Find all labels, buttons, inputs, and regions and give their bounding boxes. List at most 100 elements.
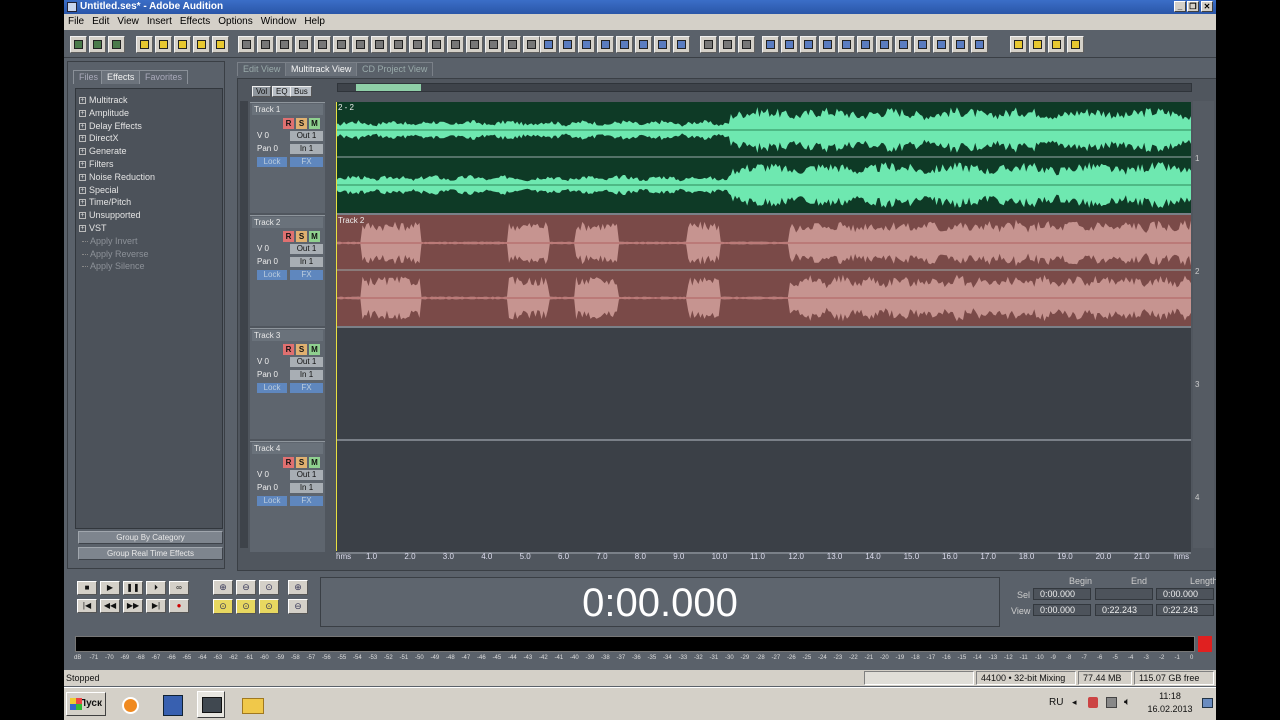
toolbar-tool-button[interactable] — [914, 36, 931, 53]
menu-window[interactable]: Window — [257, 16, 301, 27]
tab-favorites[interactable]: Favorites — [139, 70, 189, 84]
toolbar-tool-button[interactable] — [876, 36, 893, 53]
play-to-end-button[interactable]: ⏵ — [146, 581, 166, 595]
record-button[interactable]: ● — [169, 599, 189, 613]
track-fx-button[interactable]: FX — [290, 270, 323, 280]
view-end-field[interactable]: 0:22.243 — [1095, 604, 1153, 616]
mute-button[interactable]: M — [309, 118, 320, 129]
track-name[interactable]: Track 4 — [252, 443, 323, 454]
track-lane[interactable] — [336, 441, 1191, 552]
toolbar-tool-button[interactable] — [700, 36, 717, 53]
track-fx-button[interactable]: FX — [290, 157, 323, 167]
toolbar-tool-button[interactable] — [933, 36, 950, 53]
record-arm-button[interactable]: R — [283, 344, 294, 355]
horizontal-scroll-track[interactable] — [337, 83, 1192, 92]
floppy-app-icon[interactable] — [158, 691, 186, 718]
toolbar-tool-button[interactable] — [673, 36, 690, 53]
toolbar-tool-button[interactable] — [559, 36, 576, 53]
zoom-selection-button[interactable]: ⊙ — [259, 599, 279, 614]
toolbar-tool-button[interactable] — [276, 36, 293, 53]
view-begin-field[interactable]: 0:00.000 — [1033, 604, 1091, 616]
play-button[interactable]: ▶ — [100, 581, 120, 595]
track-input[interactable]: In 1 — [290, 483, 323, 493]
track-lock-button[interactable]: Lock — [257, 157, 287, 167]
track-lock-button[interactable]: Lock — [257, 270, 287, 280]
expand-icon[interactable]: + — [79, 135, 86, 143]
track-name[interactable]: Track 2 — [252, 217, 323, 228]
track-output[interactable]: Out 1 — [290, 131, 323, 141]
zoom-to-right-button[interactable]: ⊙ — [236, 599, 256, 614]
mute-button[interactable]: M — [309, 457, 320, 468]
effects-tree-item[interactable]: + Unsupported — [76, 209, 222, 222]
track-lane[interactable] — [336, 328, 1191, 439]
toolbar-tool-button[interactable] — [108, 36, 125, 53]
toolbar-tool-button[interactable] — [238, 36, 255, 53]
effects-tree-item[interactable]: + DirectX — [76, 132, 222, 145]
effects-tree-item[interactable]: + Delay Effects — [76, 120, 222, 133]
language-indicator[interactable]: RU — [1049, 697, 1063, 708]
toolbar-tool-button[interactable] — [193, 36, 210, 53]
sel-length-field[interactable]: 0:00.000 — [1156, 588, 1214, 600]
toolbar-tool-button[interactable] — [635, 36, 652, 53]
track-volume[interactable]: V 0 — [257, 470, 287, 480]
mute-button[interactable]: M — [309, 344, 320, 355]
effects-tree-item[interactable]: + VST — [76, 222, 222, 235]
track-lock-button[interactable]: Lock — [257, 383, 287, 393]
group-by-category-button[interactable]: Group By Category — [78, 531, 223, 544]
stop-button[interactable]: ■ — [77, 581, 97, 595]
expand-icon[interactable]: + — [79, 160, 86, 168]
toolbar-tool-button[interactable] — [257, 36, 274, 53]
toolbar-tool-button[interactable] — [136, 36, 153, 53]
effects-tree-item[interactable]: + Time/Pitch — [76, 196, 222, 209]
toolbar-tool-button[interactable] — [390, 36, 407, 53]
toolbar-tool-button[interactable] — [504, 36, 521, 53]
toolbar-tool-button[interactable] — [314, 36, 331, 53]
toolbar-tool-button[interactable] — [578, 36, 595, 53]
track-lane[interactable]: 2 - 2 — [336, 102, 1191, 213]
menu-help[interactable]: Help — [300, 16, 329, 27]
zoom-full-button[interactable]: ⊙ — [259, 580, 279, 595]
tray-volume-icon[interactable]: 🔈︎ — [1124, 696, 1131, 709]
menu-file[interactable]: File — [64, 16, 88, 27]
view-length-field[interactable]: 0:22.243 — [1156, 604, 1214, 616]
menu-insert[interactable]: Insert — [143, 16, 176, 27]
zoom-to-left-button[interactable]: ⊙ — [213, 599, 233, 614]
toolbar-tool-button[interactable] — [466, 36, 483, 53]
toolbar-tool-button[interactable] — [819, 36, 836, 53]
mode-vol-button[interactable]: Vol — [252, 86, 272, 97]
toolbar-tool-button[interactable] — [781, 36, 798, 53]
effects-tree-item[interactable]: + Multitrack — [76, 94, 222, 107]
track-name[interactable]: Track 1 — [252, 104, 323, 115]
time-ruler[interactable]: hms hms 1.0 2.0 3.0 4.0 5.0 6.0 7.0 8.0 9.0 10.0 1… — [336, 551, 1191, 563]
toolbar-tool-button[interactable] — [333, 36, 350, 53]
solo-button[interactable]: S — [296, 118, 307, 129]
track-input[interactable]: In 1 — [290, 144, 323, 154]
toolbar-tool-button[interactable] — [155, 36, 172, 53]
tray-arrow-icon[interactable]: ◂ — [1072, 697, 1077, 708]
toolbar-tool-button[interactable] — [70, 36, 87, 53]
mode-bus-button[interactable]: Bus — [290, 86, 312, 97]
loop-button[interactable]: ∞ — [169, 581, 189, 595]
effects-tree-item[interactable]: + Noise Reduction — [76, 171, 222, 184]
group-real-time-effects-button[interactable]: Group Real Time Effects — [78, 547, 223, 560]
sel-begin-field[interactable]: 0:00.000 — [1033, 588, 1091, 600]
track-pan[interactable]: Pan 0 — [257, 370, 287, 380]
expand-icon[interactable]: + — [79, 97, 86, 104]
rewind-button[interactable]: ◀◀ — [100, 599, 120, 613]
clock[interactable]: 11:18 16.02.2013 — [1142, 690, 1198, 716]
effects-tree-item[interactable]: Apply Reverse — [76, 248, 222, 261]
toolbar-tool-button[interactable] — [719, 36, 736, 53]
toolbar-tool-button[interactable] — [212, 36, 229, 53]
zoom-out-horizontal-button[interactable]: ⊖ — [236, 580, 256, 595]
clip-indicator[interactable] — [1198, 636, 1212, 652]
toolbar-tool-button[interactable] — [295, 36, 312, 53]
track-lock-button[interactable]: Lock — [257, 496, 287, 506]
toolbar-tool-button[interactable] — [952, 36, 969, 53]
track-lane[interactable]: Track 2 — [336, 215, 1191, 326]
toolbar-tool-button[interactable] — [971, 36, 988, 53]
effects-tree-item[interactable]: Apply Silence — [76, 260, 222, 273]
menu-options[interactable]: Options — [214, 16, 256, 27]
track-fx-button[interactable]: FX — [290, 496, 323, 506]
zoom-in-horizontal-button[interactable]: ⊕ — [213, 580, 233, 595]
toolbar-tool-button[interactable] — [352, 36, 369, 53]
